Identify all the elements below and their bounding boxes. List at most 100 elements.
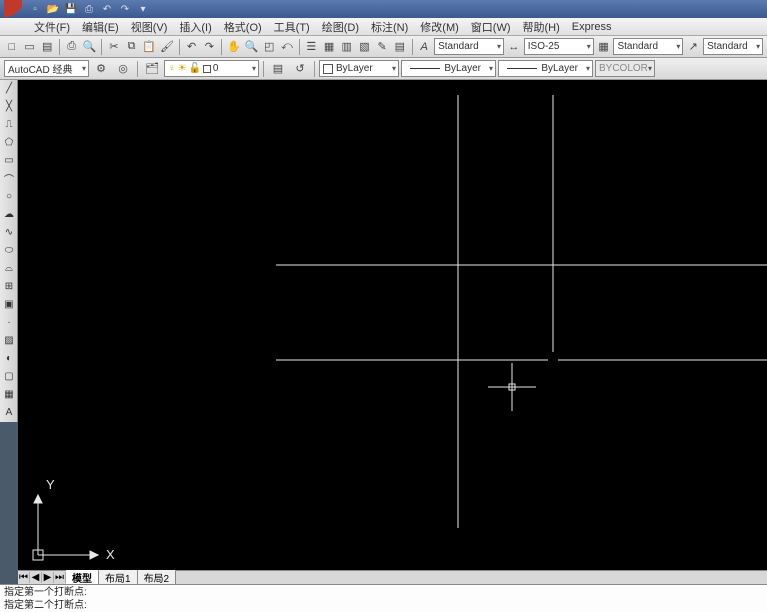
open-icon[interactable]: ▭ xyxy=(22,38,38,56)
qat-undo-icon[interactable]: ↶ xyxy=(99,2,115,16)
qat-new-icon[interactable]: ▫ xyxy=(27,2,43,16)
lineweight-label: ByLayer xyxy=(541,63,578,74)
layer-dropdown[interactable]: ♀ ☀ 🔓 0 xyxy=(164,60,259,77)
layer-props-icon[interactable]: 🗂 xyxy=(142,60,162,78)
text-style-icon[interactable]: A xyxy=(416,38,432,56)
lineweight-dropdown[interactable]: ByLayer xyxy=(498,60,593,77)
drawing-canvas[interactable]: Y X xyxy=(18,80,767,570)
workspace-dropdown[interactable]: AutoCAD 经典 xyxy=(4,60,89,77)
revcloud-icon[interactable]: ☁ xyxy=(0,206,18,224)
layer-prev-icon[interactable]: ↺ xyxy=(290,60,310,78)
table-style-icon[interactable]: ▦ xyxy=(596,38,612,56)
ellipse-arc-icon[interactable]: ⌓ xyxy=(0,260,18,278)
zoom-prev-icon[interactable]: ⤺ xyxy=(279,38,295,56)
layer-state-icon[interactable]: ▤ xyxy=(268,60,288,78)
menu-window[interactable]: 窗口(W) xyxy=(465,17,517,37)
menu-file[interactable]: 文件(F) xyxy=(28,17,76,37)
matchprop-icon[interactable]: 🖌 xyxy=(159,38,175,56)
table-icon[interactable]: ▦ xyxy=(0,386,18,404)
cut-icon[interactable]: ✂ xyxy=(106,38,122,56)
polygon-icon[interactable]: ⬠ xyxy=(0,134,18,152)
table-style-dropdown[interactable]: Standard xyxy=(613,38,683,55)
separator xyxy=(179,39,180,55)
workspace-settings-icon[interactable]: ⚙ xyxy=(91,60,111,78)
color-dropdown[interactable]: ByLayer xyxy=(319,60,399,77)
redo-icon[interactable]: ↷ xyxy=(201,38,217,56)
circle-icon[interactable]: ○ xyxy=(0,188,18,206)
title-bar: ▫ 📂 💾 ⎙ ↶ ↷ ▾ xyxy=(0,0,767,18)
command-line[interactable]: 指定第一个打断点: 指定第二个打断点: xyxy=(0,584,767,612)
undo-icon[interactable]: ↶ xyxy=(184,38,200,56)
separator xyxy=(412,39,413,55)
pan-icon[interactable]: ✋ xyxy=(226,38,242,56)
menu-edit[interactable]: 编辑(E) xyxy=(76,17,125,37)
xline-icon[interactable]: ╳ xyxy=(0,98,18,116)
menu-dimension[interactable]: 标注(N) xyxy=(365,17,414,37)
tab-prev-icon[interactable]: ◀ xyxy=(30,572,42,583)
menu-view[interactable]: 视图(V) xyxy=(125,17,174,37)
markup-icon[interactable]: ✎ xyxy=(374,38,390,56)
tab-layout1[interactable]: 布局1 xyxy=(99,570,138,585)
menu-format[interactable]: 格式(O) xyxy=(218,17,268,37)
workspace-save-icon[interactable]: ◎ xyxy=(113,60,133,78)
tab-last-icon[interactable]: ⏭ xyxy=(54,572,66,583)
region-icon[interactable]: ▢ xyxy=(0,368,18,386)
line-icon[interactable]: ╱ xyxy=(0,80,18,98)
menu-draw[interactable]: 绘图(D) xyxy=(316,17,365,37)
rectangle-icon[interactable]: ▭ xyxy=(0,152,18,170)
separator xyxy=(263,61,264,77)
qat-open-icon[interactable]: 📂 xyxy=(45,2,61,16)
copy-icon[interactable]: ⧉ xyxy=(124,38,140,56)
zoom-icon[interactable]: 🔍 xyxy=(244,38,260,56)
mtext-icon[interactable]: A xyxy=(0,404,18,422)
qat-print-icon[interactable]: ⎙ xyxy=(81,2,97,16)
menu-help[interactable]: 帮助(H) xyxy=(517,17,566,37)
dim-style-dropdown[interactable]: ISO-25 xyxy=(524,38,594,55)
separator xyxy=(299,39,300,55)
menu-insert[interactable]: 插入(I) xyxy=(173,17,217,37)
tab-next-icon[interactable]: ▶ xyxy=(42,572,54,583)
text-style-dropdown[interactable]: Standard xyxy=(434,38,504,55)
gradient-icon[interactable]: ◐ xyxy=(0,350,18,368)
qat-dropdown-icon[interactable]: ▾ xyxy=(135,2,151,16)
separator xyxy=(221,39,222,55)
plot-icon[interactable]: ⎙ xyxy=(64,38,80,56)
dim-style-icon[interactable]: ↔ xyxy=(506,38,522,56)
preview-icon[interactable]: 🔍 xyxy=(82,38,98,56)
point-icon[interactable]: · xyxy=(0,314,18,332)
menu-tools[interactable]: 工具(T) xyxy=(268,17,316,37)
app-logo[interactable] xyxy=(4,0,22,18)
mleader-style-dropdown[interactable]: Standard xyxy=(703,38,763,55)
toolpalette-icon[interactable]: ▥ xyxy=(339,38,355,56)
zoom-window-icon[interactable]: ◰ xyxy=(261,38,277,56)
new-icon[interactable]: □ xyxy=(4,38,20,56)
paste-icon[interactable]: 📋 xyxy=(141,38,157,56)
menu-bar: 文件(F) 编辑(E) 视图(V) 插入(I) 格式(O) 工具(T) 绘图(D… xyxy=(0,18,767,36)
layer-lock-icon: 🔓 xyxy=(188,63,200,74)
menu-modify[interactable]: 修改(M) xyxy=(414,17,465,37)
insert-block-icon[interactable]: ⊞ xyxy=(0,278,18,296)
save-icon[interactable]: ▤ xyxy=(39,38,55,56)
tab-first-icon[interactable]: ⏮ xyxy=(18,572,30,583)
hatch-icon[interactable]: ▨ xyxy=(0,332,18,350)
menu-express[interactable]: Express xyxy=(566,19,618,35)
separator xyxy=(101,39,102,55)
make-block-icon[interactable]: ▣ xyxy=(0,296,18,314)
crosshair-cursor xyxy=(488,363,536,411)
mleader-style-icon[interactable]: ↗ xyxy=(685,38,701,56)
polyline-icon[interactable]: ⎍ xyxy=(0,116,18,134)
separator xyxy=(314,61,315,77)
tab-layout2[interactable]: 布局2 xyxy=(138,570,177,585)
designcenter-icon[interactable]: ▦ xyxy=(321,38,337,56)
linetype-dropdown[interactable]: ByLayer xyxy=(401,60,496,77)
properties-icon[interactable]: ☰ xyxy=(303,38,319,56)
ellipse-icon[interactable]: ⬭ xyxy=(0,242,18,260)
ucs-icon: Y X xyxy=(33,477,115,562)
calc-icon[interactable]: ▤ xyxy=(392,38,408,56)
sheetset-icon[interactable]: ▧ xyxy=(357,38,373,56)
qat-save-icon[interactable]: 💾 xyxy=(63,2,79,16)
arc-icon[interactable]: ⌒ xyxy=(0,170,18,188)
tab-model[interactable]: 模型 xyxy=(66,570,99,585)
qat-redo-icon[interactable]: ↷ xyxy=(117,2,133,16)
spline-icon[interactable]: ∿ xyxy=(0,224,18,242)
